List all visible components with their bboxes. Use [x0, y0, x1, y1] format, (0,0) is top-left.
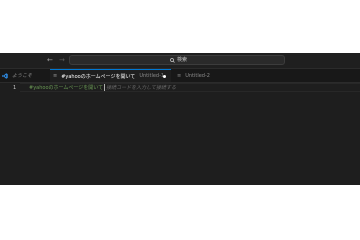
tab-untitled-2[interactable]: ≡ Untitled-2: [177, 69, 210, 82]
tab-label: ようこそ: [12, 73, 33, 79]
arrow-left-icon[interactable]: ←: [47, 56, 53, 64]
code-comment: #yahooのホームページを開いて: [29, 85, 104, 91]
tab-description: Untitled-1: [139, 73, 165, 79]
command-search-input[interactable]: 検索: [69, 55, 285, 65]
inline-hint: 接続コードを入力して接続する: [106, 85, 176, 91]
vscode-logo-icon: [2, 72, 8, 79]
arrow-right-icon[interactable]: →: [59, 56, 65, 64]
unsaved-dot-icon[interactable]: [163, 75, 166, 78]
line-number: 1: [13, 85, 17, 91]
code-editor[interactable]: 1 #yahooのホームページを開いて 接続コードを入力して接続する: [0, 83, 360, 185]
tab-label: #yahooのホームページを開いて: [61, 73, 136, 80]
title-bar: ← → 検索: [0, 53, 360, 69]
file-icon: ≡: [177, 72, 182, 79]
code-line[interactable]: #yahooのホームページを開いて 接続コードを入力して接続する: [29, 84, 176, 92]
text-cursor: [104, 84, 106, 91]
tab-welcome[interactable]: ようこそ: [2, 69, 32, 82]
tab-untitled-1[interactable]: ≡ #yahooのホームページを開いて Untitled-1: [50, 69, 171, 82]
tab-label: Untitled-2: [185, 72, 210, 79]
search-placeholder: 検索: [177, 57, 188, 63]
editor-window: ← → 検索 ようこそ ≡ #yahooのホームページを開いて Untitled…: [0, 53, 360, 185]
search-icon: [170, 58, 175, 63]
tab-bar: ようこそ ≡ #yahooのホームページを開いて Untitled-1 ≡ Un…: [0, 69, 360, 83]
file-icon: ≡: [53, 73, 58, 79]
